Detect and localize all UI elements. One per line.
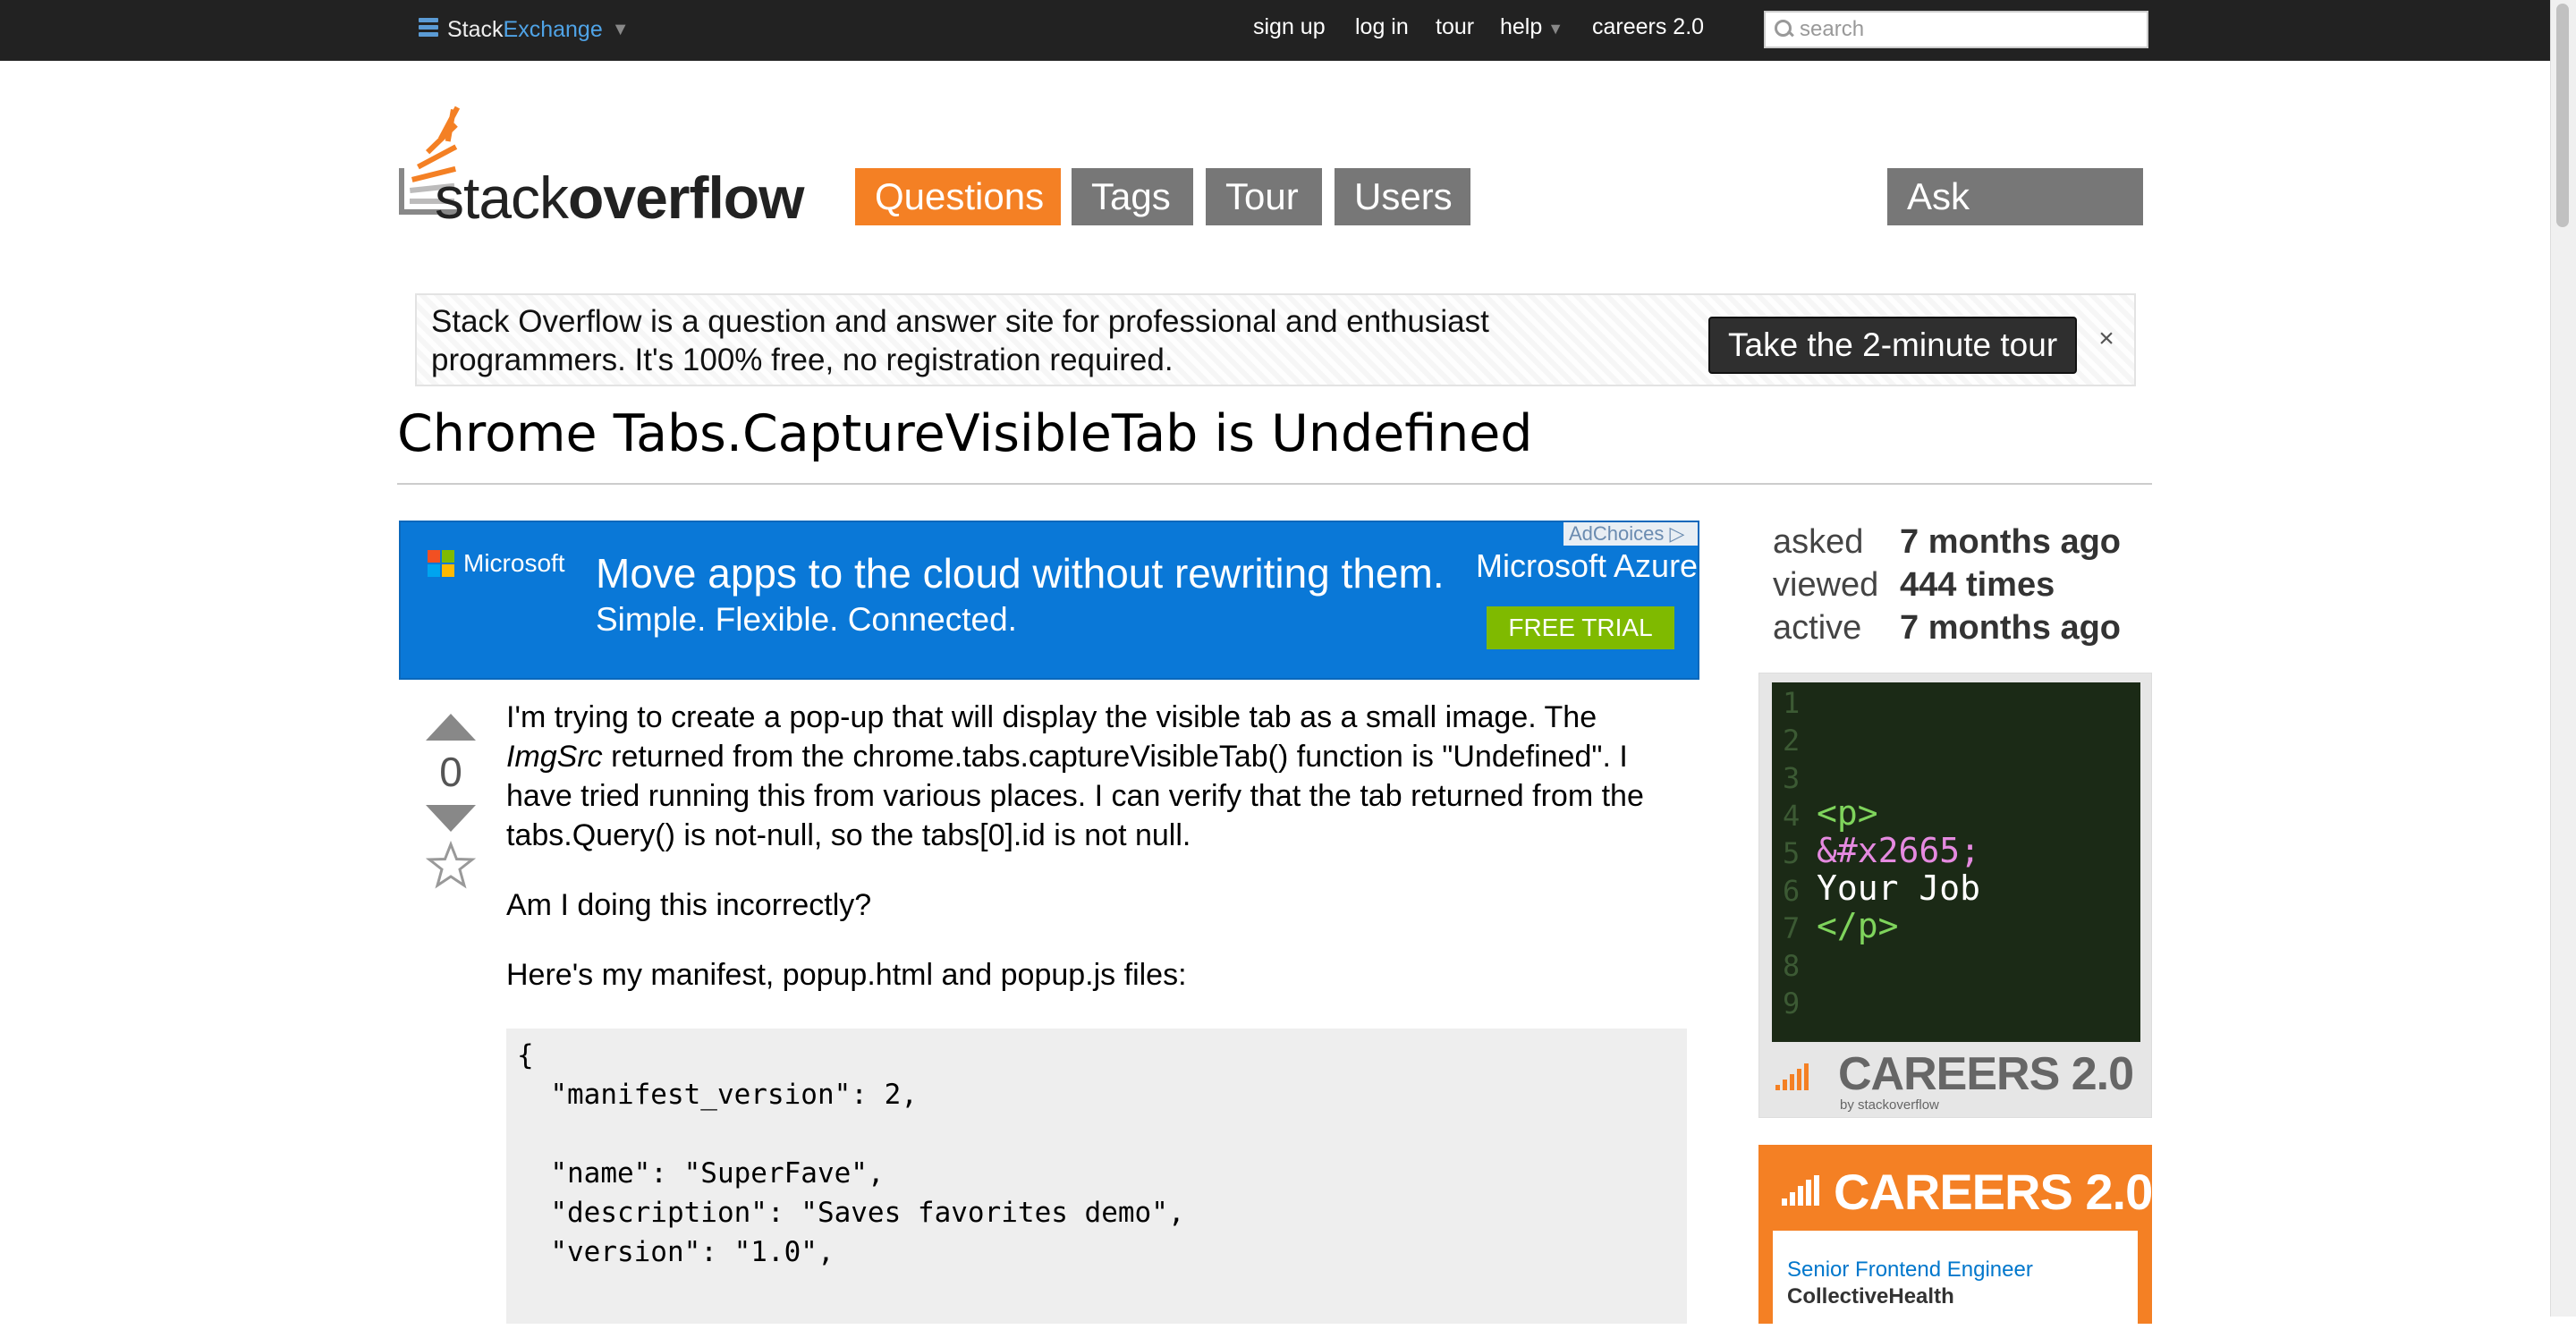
- careers-jobs-widget: CAREERS 2.0 Senior Frontend Engineer Col…: [1758, 1145, 2153, 1338]
- free-trial-button[interactable]: FREE TRIAL: [1487, 606, 1674, 649]
- search-icon: [1771, 16, 1798, 43]
- line-number: 8: [1783, 949, 1801, 983]
- microsoft-azure-ad[interactable]: Microsoft Move apps to the cloud without…: [399, 521, 1699, 680]
- careers-ad[interactable]: 1 2 3 4 5 6 7 8 9 <p> &#x2665; Your Job …: [1758, 673, 2152, 1118]
- ad-product: Microsoft Azure: [1476, 547, 1699, 584]
- stackexchange-brand: StackExchange: [447, 16, 603, 42]
- page-scrollbar[interactable]: [2550, 0, 2576, 1317]
- line-number: 2: [1783, 724, 1801, 758]
- code-line: <p>: [1817, 793, 1878, 833]
- body-paragraph: I'm trying to create a pop-up that will …: [506, 698, 1696, 855]
- scrollbar-thumb[interactable]: [2556, 4, 2569, 227]
- help-label: help: [1500, 14, 1543, 39]
- careers-brand: CAREERS 2.0 by stackoverflow: [1775, 1047, 2144, 1113]
- line-number: 5: [1783, 836, 1801, 870]
- top-bar: StackExchange ▼ sign up log in tour help…: [0, 0, 2551, 61]
- tab-users[interactable]: Users: [1335, 168, 1470, 225]
- chevron-down-icon: ▼: [1547, 20, 1564, 38]
- careers-bars-icon: [1775, 1063, 1809, 1090]
- question-title[interactable]: Chrome Tabs.CaptureVisibleTab is Undefin…: [397, 404, 1532, 463]
- vote-count: 0: [439, 749, 462, 795]
- code-line: Your Job: [1817, 868, 1981, 908]
- stackoverflow-logo[interactable]: stackoverflow: [397, 106, 826, 231]
- line-number: 3: [1783, 761, 1801, 795]
- active-value[interactable]: 7 months ago: [1900, 606, 2121, 649]
- body-text: I'm trying to create a pop-up that will …: [506, 700, 1597, 734]
- question-body: I'm trying to create a pop-up that will …: [506, 698, 1696, 1025]
- favorite-star-icon[interactable]: [426, 841, 476, 891]
- body-text: returned from the chrome.tabs.captureVis…: [506, 740, 1644, 852]
- question-stats: asked 7 months ago viewed 444 times active…: [1773, 521, 2121, 649]
- search-input[interactable]: [1798, 16, 2141, 43]
- help-menu[interactable]: help ▼: [1500, 14, 1563, 45]
- body-paragraph: Am I doing this incorrectly?: [506, 888, 872, 922]
- code-line: &#x2665;: [1817, 831, 1981, 870]
- ad-advertiser: Microsoft: [463, 549, 565, 577]
- close-icon[interactable]: ×: [2097, 326, 2116, 352]
- ad-subline: Simple. Flexible. Connected.: [596, 601, 1017, 638]
- job-listing: Senior Frontend Engineer CollectiveHealt…: [1773, 1231, 2138, 1338]
- viewed-value: 444 times: [1900, 566, 2055, 604]
- job-title-link[interactable]: Senior Frontend Engineer: [1787, 1258, 2033, 1283]
- code-block: { "manifest_version": 2, "name": "SuperF…: [506, 1029, 1687, 1324]
- tab-tour[interactable]: Tour: [1206, 168, 1322, 225]
- upvote-icon[interactable]: [426, 714, 476, 741]
- microsoft-logo-icon: [428, 550, 454, 577]
- careers-title: CAREERS 2.0: [1838, 1048, 2134, 1100]
- login-link[interactable]: log in: [1355, 14, 1409, 45]
- take-tour-button[interactable]: Take the 2-minute tour: [1708, 317, 2078, 374]
- body-paragraph: Here's my manifest, popup.html and popup…: [506, 958, 1187, 992]
- asked-value[interactable]: 7 months ago: [1900, 521, 2121, 563]
- line-number: 7: [1783, 911, 1801, 945]
- logo-wordmark: stackoverflow: [435, 165, 804, 231]
- downvote-icon[interactable]: [426, 805, 476, 832]
- viewed-label: viewed: [1773, 566, 1879, 604]
- ask-question-button[interactable]: Ask Question: [1887, 168, 2143, 275]
- stackexchange-menu[interactable]: StackExchange ▼: [419, 13, 630, 47]
- careers-byline: by stackoverflow: [1840, 1097, 1939, 1113]
- tab-questions[interactable]: Questions: [855, 168, 1061, 225]
- line-number: 6: [1783, 874, 1801, 908]
- welcome-banner: Stack Overflow is a question and answer …: [415, 293, 2136, 386]
- microsoft-logo: Microsoft: [428, 549, 565, 578]
- active-label: active: [1773, 609, 1862, 647]
- asked-label: asked: [1773, 523, 1864, 561]
- signup-link[interactable]: sign up: [1253, 14, 1326, 45]
- line-number: 1: [1783, 686, 1801, 720]
- careers-code-screen: 1 2 3 4 5 6 7 8 9 <p> &#x2665; Your Job …: [1772, 682, 2140, 1042]
- ad-headline: Move apps to the cloud without rewriting…: [596, 550, 1445, 597]
- banner-message: Stack Overflow is a question and answer …: [431, 304, 1489, 377]
- adchoices-icon[interactable]: AdChoices ▷: [1563, 522, 1698, 546]
- job-company: CollectiveHealth: [1787, 1284, 1954, 1308]
- tour-link[interactable]: tour: [1436, 14, 1474, 45]
- search-box[interactable]: [1764, 11, 2148, 48]
- adchoices-label: AdChoices: [1569, 522, 1665, 545]
- body-emphasis: ImgSrc: [506, 740, 603, 774]
- chevron-down-icon: ▼: [611, 19, 630, 39]
- title-divider: [397, 483, 2152, 485]
- tab-tags[interactable]: Tags: [1072, 168, 1193, 225]
- jobs-title[interactable]: CAREERS 2.0: [1834, 1163, 2153, 1221]
- line-number: 4: [1783, 799, 1801, 833]
- code-line: </p>: [1817, 906, 1899, 945]
- careers-link[interactable]: careers 2.0: [1592, 14, 1704, 45]
- careers-bars-icon: [1782, 1175, 1819, 1206]
- line-number: 9: [1783, 987, 1801, 1020]
- stackexchange-icon: [419, 18, 438, 41]
